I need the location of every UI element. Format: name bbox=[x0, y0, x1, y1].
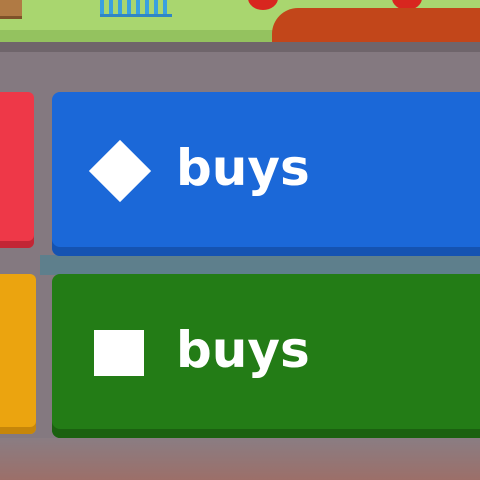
crate-graphic bbox=[0, 0, 22, 19]
game-scene-strip bbox=[0, 0, 480, 58]
panel-gap bbox=[40, 255, 480, 275]
fence-graphic bbox=[100, 0, 172, 17]
action-panel: buys buys bbox=[0, 42, 480, 480]
buy-diamond-button[interactable]: buys bbox=[52, 92, 480, 256]
action-label: buys bbox=[176, 321, 310, 379]
diamond-icon bbox=[88, 139, 152, 203]
panel-bottom bbox=[0, 438, 480, 480]
yellow-side-tile[interactable] bbox=[0, 274, 36, 434]
square-icon bbox=[94, 330, 144, 376]
red-ornament-graphic bbox=[248, 0, 278, 10]
buy-square-button[interactable]: buys bbox=[52, 274, 480, 438]
action-label: buys bbox=[176, 139, 310, 197]
panel-shadow bbox=[0, 42, 480, 52]
red-side-tile[interactable] bbox=[0, 92, 34, 248]
